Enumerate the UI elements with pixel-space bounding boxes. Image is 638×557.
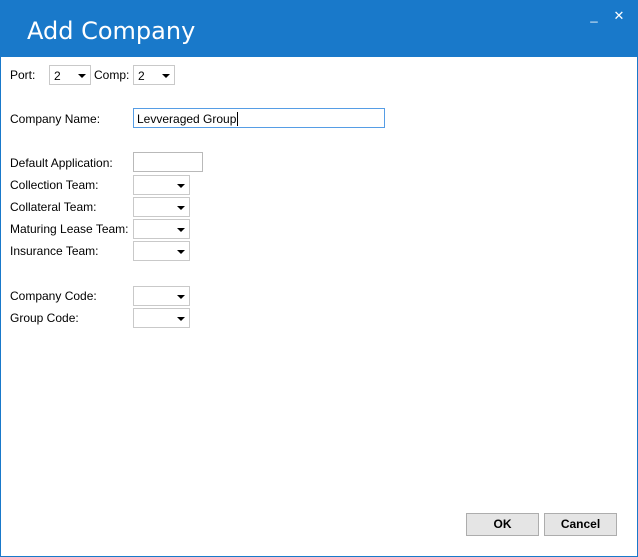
comp-select-value: 2 <box>138 69 145 83</box>
cancel-button[interactable]: Cancel <box>544 513 617 536</box>
maturing-lease-team-select[interactable] <box>133 219 190 239</box>
text-caret <box>237 112 239 126</box>
default-application-field[interactable] <box>133 152 203 172</box>
minimize-icon[interactable]: _ <box>585 7 603 25</box>
ok-button[interactable]: OK <box>466 513 539 536</box>
chevron-down-icon <box>177 228 185 232</box>
company-name-value: Levveraged Group <box>137 112 237 126</box>
chevron-down-icon <box>177 317 185 321</box>
company-name-field[interactable]: Levveraged Group <box>133 108 385 128</box>
title-bar: Add Company _ ✕ <box>1 1 637 57</box>
collateral-team-select[interactable] <box>133 197 190 217</box>
insurance-team-label: Insurance Team: <box>10 244 99 258</box>
collateral-team-label: Collateral Team: <box>10 200 97 214</box>
close-icon[interactable]: ✕ <box>610 7 628 25</box>
company-name-label: Company Name: <box>10 112 101 126</box>
group-code-select[interactable] <box>133 308 190 328</box>
dialog-title: Add Company <box>27 17 196 45</box>
port-select-value: 2 <box>54 69 61 83</box>
chevron-down-icon <box>162 74 170 78</box>
add-company-dialog: Add Company _ ✕ Port: 2 Comp: 2 Company … <box>0 0 638 557</box>
port-label: Port: <box>10 68 36 82</box>
chevron-down-icon <box>177 184 185 188</box>
comp-select[interactable]: 2 <box>133 65 175 85</box>
maturing-lease-team-label: Maturing Lease Team: <box>10 222 129 236</box>
chevron-down-icon <box>177 206 185 210</box>
collection-team-label: Collection Team: <box>10 178 99 192</box>
collection-team-select[interactable] <box>133 175 190 195</box>
chevron-down-icon <box>78 74 86 78</box>
chevron-down-icon <box>177 295 185 299</box>
insurance-team-select[interactable] <box>133 241 190 261</box>
comp-label: Comp: <box>94 68 130 82</box>
company-code-label: Company Code: <box>10 289 97 303</box>
company-code-select[interactable] <box>133 286 190 306</box>
default-application-label: Default Application: <box>10 156 113 170</box>
port-select[interactable]: 2 <box>49 65 91 85</box>
chevron-down-icon <box>177 250 185 254</box>
group-code-label: Group Code: <box>10 311 79 325</box>
